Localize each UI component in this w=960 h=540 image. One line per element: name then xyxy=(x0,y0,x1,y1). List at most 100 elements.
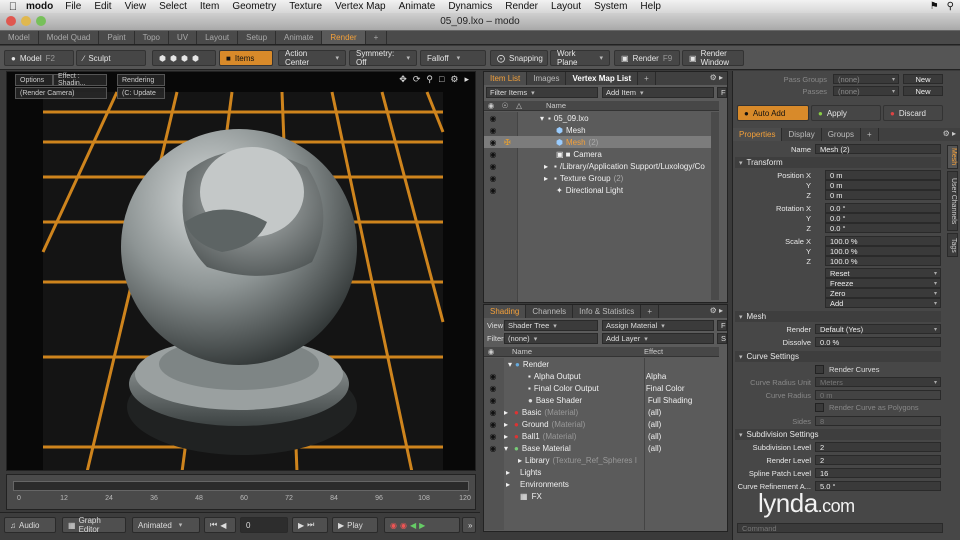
sculpt-button[interactable]: ∕ Sculpt xyxy=(76,50,146,66)
tab-add[interactable]: + xyxy=(641,305,659,318)
tab-item-list[interactable]: Item List xyxy=(484,72,528,85)
filter-items-dropdown[interactable]: Filter Items xyxy=(486,87,598,98)
viewport-camera-button[interactable]: (Render Camera) xyxy=(15,87,107,99)
list-item-selected[interactable]: ◉ ✠ ⬢ Mesh (2) xyxy=(484,136,719,148)
expand-icon[interactable]: ▸ xyxy=(506,480,510,489)
panel-options-icon[interactable]: ⚙ ▸ xyxy=(943,129,956,138)
snapping-button[interactable]: ⨀ Snapping xyxy=(490,50,548,66)
tab-layout[interactable]: Layout xyxy=(197,31,239,44)
item-name-field[interactable]: Mesh (2) xyxy=(815,144,941,154)
list-item[interactable]: ◉ ▸ ▪ /Library/Application Support/Luxol… xyxy=(484,160,719,172)
scale-y-field[interactable]: 100.0 % xyxy=(825,246,941,256)
reset-dropdown[interactable]: Reset xyxy=(825,268,941,278)
tab-animate[interactable]: Animate xyxy=(276,31,323,44)
assign-material-dropdown[interactable]: Assign Material xyxy=(602,320,714,331)
shader-filter-dropdown[interactable]: (none) xyxy=(504,333,598,344)
expand-icon[interactable]: ▸ xyxy=(518,456,522,465)
discard-button[interactable]: ● Discard xyxy=(883,105,943,121)
tab-paint[interactable]: Paint xyxy=(99,31,135,44)
eye-icon[interactable]: ◉ xyxy=(488,444,498,453)
work-plane-dropdown[interactable]: Work Plane xyxy=(550,49,610,67)
record-icon[interactable]: ◉ xyxy=(390,521,397,530)
rotation-z-field[interactable]: 0.0 ° xyxy=(825,223,941,233)
viewport-update-button[interactable]: (C: Update xyxy=(117,87,165,99)
render-window-button[interactable]: ▣ Render Window xyxy=(682,49,744,67)
name-column-header[interactable]: Name xyxy=(512,347,644,356)
eye-icon[interactable]: ◉ xyxy=(488,174,498,183)
spline-patch-level-field[interactable]: 16 xyxy=(815,468,941,478)
render-curves-checkbox[interactable]: Render Curves xyxy=(815,365,879,374)
viewport-rendering-button[interactable]: Rendering xyxy=(117,74,165,86)
dissolve-field[interactable]: 0.0 % xyxy=(815,337,941,347)
maximize-view-icon[interactable]: □ xyxy=(439,74,444,85)
tab-model-quad[interactable]: Model Quad xyxy=(39,31,100,44)
position-y-field[interactable]: 0 m xyxy=(825,180,941,190)
new-pass-button[interactable]: New xyxy=(903,86,943,96)
eye-icon[interactable]: ◉ xyxy=(488,126,498,135)
tab-info-statistics[interactable]: Info & Statistics xyxy=(573,305,642,318)
shader-row[interactable]: ◉ ▪ Alpha Output Alpha xyxy=(484,370,719,382)
rotate-view-icon[interactable]: ⟳ xyxy=(413,74,421,85)
menu-geometry[interactable]: Geometry xyxy=(232,1,276,12)
passes-dropdown[interactable]: (none) xyxy=(833,86,899,96)
scale-x-field[interactable]: 100.0 % xyxy=(825,236,941,246)
freeze-dropdown[interactable]: Freeze xyxy=(825,278,941,288)
eye-icon[interactable]: ◉ xyxy=(488,408,498,417)
tab-properties[interactable]: Properties xyxy=(733,128,783,141)
collapse-icon[interactable]: ▾ xyxy=(504,444,508,453)
eye-icon[interactable]: ◉ xyxy=(488,186,498,195)
eye-icon[interactable]: ◉ xyxy=(488,384,498,393)
tab-add[interactable]: + xyxy=(638,72,656,85)
minimize-window-button[interactable] xyxy=(21,16,31,26)
auto-add-button[interactable]: ● Auto Add xyxy=(737,105,809,121)
menu-system[interactable]: System xyxy=(594,1,627,12)
shader-row[interactable]: ◉ ▸ ● Ball1 (Material) (all) xyxy=(484,430,719,442)
eye-icon[interactable]: ◉ xyxy=(488,138,498,147)
add-layer-dropdown[interactable]: Add Layer xyxy=(602,333,714,344)
material-mode-icon[interactable]: ⬢ xyxy=(192,54,199,63)
shader-row[interactable]: ▦ FX xyxy=(484,490,719,502)
flag-icon[interactable]: ⚑ xyxy=(930,1,939,12)
menu-item[interactable]: Item xyxy=(200,1,219,12)
zero-dropdown[interactable]: Zero xyxy=(825,288,941,298)
render-level-field[interactable]: 2 xyxy=(815,455,941,465)
effect-column-header[interactable]: Effect xyxy=(644,347,663,356)
menu-texture[interactable]: Texture xyxy=(289,1,322,12)
model-button[interactable]: ● Model F2 xyxy=(4,50,74,66)
sides-field[interactable]: 8 xyxy=(815,416,941,426)
search-icon[interactable]: ⚲ xyxy=(947,1,954,12)
new-pass-group-button[interactable]: New xyxy=(903,74,943,84)
eye-icon[interactable]: ◉ xyxy=(488,114,498,123)
curve-settings-section[interactable]: Curve Settings xyxy=(735,351,941,362)
shader-row[interactable]: ▸ Environments xyxy=(484,478,719,490)
selection-mode-group[interactable]: ⬢ ⬢ ⬢ ⬢ xyxy=(152,50,216,66)
menu-animate[interactable]: Animate xyxy=(399,1,436,12)
list-item[interactable]: ◉ ▸ ▪ Texture Group (2) xyxy=(484,172,719,184)
tab-model[interactable]: Model xyxy=(0,31,39,44)
shader-row[interactable]: ◉ ▸ ● Basic (Material) (all) xyxy=(484,406,719,418)
list-item[interactable]: ◉ ▾ ▪ 05_09.lxo xyxy=(484,112,719,124)
panel-options-icon[interactable]: ⚙ ▸ xyxy=(710,306,723,315)
pass-groups-dropdown[interactable]: (none) xyxy=(833,74,899,84)
tab-add[interactable]: + xyxy=(861,128,879,141)
expand-icon[interactable]: ▸ xyxy=(544,174,548,183)
audio-button[interactable]: ♫ Audio xyxy=(4,517,56,533)
item-lock-icon[interactable]: ✠ xyxy=(504,138,511,147)
expand-icon[interactable]: ▸ xyxy=(506,468,510,477)
skip-end-icon[interactable]: ⏭ xyxy=(307,520,314,530)
transform-section[interactable]: Transform xyxy=(735,157,941,168)
eye-icon[interactable]: ◉ xyxy=(488,396,498,405)
position-x-field[interactable]: 0 m xyxy=(825,170,941,180)
expand-icon[interactable]: ▸ xyxy=(504,408,508,417)
list-item[interactable]: ◉ ⬢ Mesh xyxy=(484,124,719,136)
vtab-tags[interactable]: Tags xyxy=(947,233,958,257)
name-column-header[interactable]: Name xyxy=(546,101,566,110)
tab-render[interactable]: Render xyxy=(322,31,366,44)
transport-rewind-buttons[interactable]: ⏮ ◀ xyxy=(204,517,236,533)
shader-row[interactable]: ◉ ▸ ● Ground (Material) (all) xyxy=(484,418,719,430)
render-mode-dropdown[interactable]: Default (Yes) xyxy=(815,324,941,334)
step-back-icon[interactable]: ◀ xyxy=(220,521,226,530)
shader-row[interactable]: ◉ ● Base Shader Full Shading xyxy=(484,394,719,406)
key-icon[interactable]: ◉ xyxy=(400,521,407,530)
collapse-icon[interactable]: ▾ xyxy=(508,360,512,369)
